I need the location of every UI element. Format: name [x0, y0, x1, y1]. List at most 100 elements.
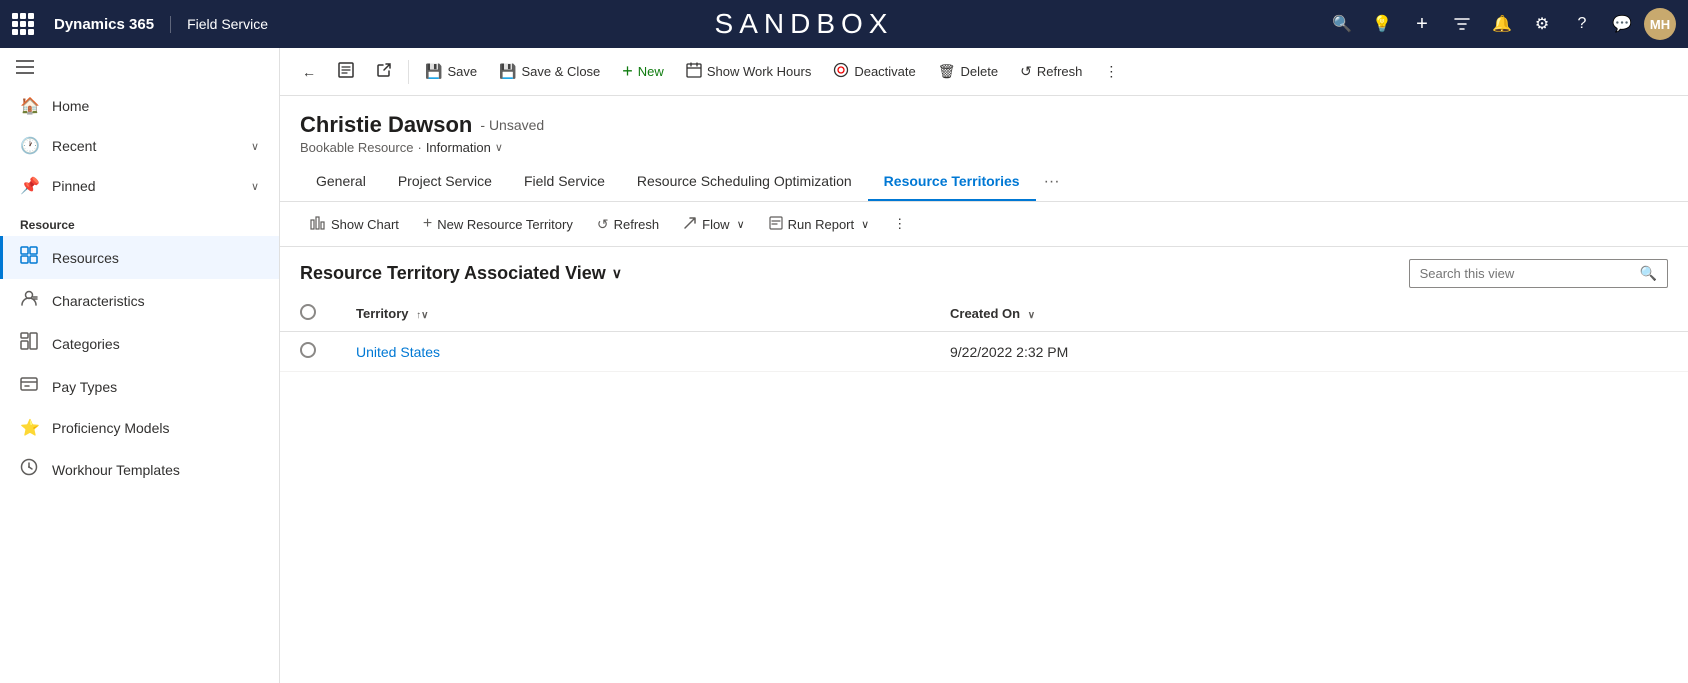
show-work-hours-button[interactable]: Show Work Hours [676, 57, 822, 86]
table-container: Territory ↑∨ Created On ∨ [280, 296, 1688, 372]
search-box: 🔍 [1409, 259, 1668, 288]
search-submit-icon[interactable]: 🔍 [1630, 260, 1667, 287]
save-button[interactable]: 💾 Save [415, 58, 487, 85]
flow-button[interactable]: Flow ∨ [673, 211, 755, 238]
toolbar: ← 💾 [280, 48, 1688, 96]
brand-name[interactable]: Dynamics 365 [46, 16, 171, 33]
deactivate-icon [833, 62, 849, 81]
save-close-button[interactable]: 💾 Save & Close [489, 58, 610, 85]
sidebar-item-pay-types[interactable]: Pay Types [0, 365, 279, 408]
main-layout: 🏠 Home 🕐 Recent ∨ 📌 Pinned ∨ Resource [0, 48, 1688, 683]
subgrid-header: Resource Territory Associated View ∨ 🔍 [280, 247, 1688, 296]
sidebar-item-categories[interactable]: Categories [0, 322, 279, 365]
add-icon-btn[interactable]: + [1404, 6, 1440, 42]
sidebar-item-recent[interactable]: 🕐 Recent ∨ [0, 126, 279, 166]
workhour-icon [20, 458, 40, 481]
refresh-icon: ↺ [1020, 63, 1032, 80]
new-territory-icon: + [423, 215, 432, 233]
open-new-button[interactable] [366, 57, 402, 86]
pinned-chevron-icon: ∨ [251, 180, 259, 193]
subgrid-title[interactable]: Resource Territory Associated View ∨ [300, 263, 622, 284]
tab-project-service[interactable]: Project Service [382, 163, 508, 201]
top-nav: Dynamics 365 Field Service SANDBOX 🔍 💡 +… [0, 0, 1688, 48]
tab-rso[interactable]: Resource Scheduling Optimization [621, 163, 868, 201]
territory-cell: United States [336, 332, 930, 372]
entity-type: Bookable Resource [300, 140, 413, 155]
calendar-icon [686, 62, 702, 81]
app-name: Field Service [171, 16, 284, 32]
show-chart-button[interactable]: Show Chart [300, 211, 409, 238]
top-nav-icons: 🔍 💡 + 🔔 ⚙ ? 💬 MH [1324, 6, 1676, 42]
run-report-icon [769, 216, 783, 233]
record-name: Christie Dawson [300, 112, 472, 138]
delete-button[interactable]: 🗑 Delete [928, 58, 1008, 85]
content-area: ← 💾 [280, 48, 1688, 683]
sidebar-item-pinned[interactable]: 📌 Pinned ∨ [0, 166, 279, 206]
help-icon-btn[interactable]: ? [1564, 6, 1600, 42]
sidebar-item-home[interactable]: 🏠 Home [0, 86, 279, 126]
tab-resource-territories[interactable]: Resource Territories [868, 163, 1036, 201]
territory-sort-icon: ↑∨ [416, 310, 428, 321]
resources-icon [20, 246, 40, 269]
bell-icon-btn[interactable]: 🔔 [1484, 6, 1520, 42]
grid-icon [12, 13, 34, 35]
row-radio[interactable] [300, 342, 316, 358]
sidebar-item-proficiency-models[interactable]: ⭐ Proficiency Models [0, 408, 279, 448]
open-new-icon [376, 62, 392, 81]
search-icon-btn[interactable]: 🔍 [1324, 6, 1360, 42]
resource-territory-table: Territory ↑∨ Created On ∨ [280, 296, 1688, 372]
sidebar-item-resources[interactable]: Resources [0, 236, 279, 279]
created-on-column-header[interactable]: Created On ∨ [930, 296, 1688, 332]
back-icon: ← [302, 64, 316, 80]
filter-icon-btn[interactable] [1444, 6, 1480, 42]
tabs-bar: General Project Service Field Service Re… [280, 163, 1688, 202]
refresh-button[interactable]: ↺ Refresh [1010, 58, 1092, 85]
table-row: United States 9/22/2022 2:32 PM [280, 332, 1688, 372]
sidebar-item-characteristics[interactable]: Characteristics [0, 279, 279, 322]
search-input[interactable] [1410, 261, 1630, 286]
chat-icon-btn[interactable]: 💬 [1604, 6, 1640, 42]
sidebar: 🏠 Home 🕐 Recent ∨ 📌 Pinned ∨ Resource [0, 48, 280, 683]
subtitle-dot: · [417, 140, 421, 155]
delete-icon: 🗑 [938, 63, 956, 80]
select-all-radio[interactable] [300, 304, 316, 320]
run-report-button[interactable]: Run Report ∨ [759, 211, 880, 238]
tab-general[interactable]: General [300, 163, 382, 201]
report-chevron-icon: ∨ [861, 218, 869, 231]
record-subtitle: Bookable Resource · Information ∨ [300, 140, 1668, 155]
form-icon [338, 62, 354, 81]
more-options-button[interactable]: ⋮ [1094, 58, 1128, 85]
recent-chevron-icon: ∨ [251, 140, 259, 153]
subgrid-refresh-button[interactable]: ↺ Refresh [587, 211, 669, 238]
sidebar-item-workhour-templates[interactable]: Workhour Templates [0, 448, 279, 491]
new-resource-territory-button[interactable]: + New Resource Territory [413, 210, 583, 238]
user-avatar[interactable]: MH [1644, 8, 1676, 40]
subgrid-refresh-icon: ↺ [597, 216, 609, 233]
new-button[interactable]: + New [612, 56, 674, 87]
back-button[interactable]: ← [292, 59, 326, 85]
subgrid-more-button[interactable]: ⋮ [883, 211, 916, 237]
tab-field-service[interactable]: Field Service [508, 163, 621, 201]
created-on-cell: 9/22/2022 2:32 PM [930, 332, 1688, 372]
hamburger-menu[interactable] [0, 48, 279, 86]
recent-icon: 🕐 [20, 136, 40, 156]
pay-types-icon [20, 375, 40, 398]
chart-icon [310, 216, 326, 233]
more-icon: ⋮ [1104, 63, 1118, 80]
form-chevron-icon: ∨ [495, 141, 503, 154]
territory-column-header[interactable]: Territory ↑∨ [336, 296, 930, 332]
sandbox-title: SANDBOX [284, 8, 1324, 40]
settings-icon-btn[interactable]: ⚙ [1524, 6, 1560, 42]
pinned-icon: 📌 [20, 176, 40, 196]
territory-link[interactable]: United States [356, 344, 440, 360]
proficiency-icon: ⭐ [20, 418, 40, 438]
flow-chevron-icon: ∨ [737, 218, 745, 231]
deactivate-button[interactable]: Deactivate [823, 57, 925, 86]
form-view-button[interactable] [328, 57, 364, 86]
subgrid-more-icon: ⋮ [893, 216, 906, 232]
app-grid-button[interactable] [12, 13, 46, 35]
form-name[interactable]: Information [426, 140, 491, 155]
row-select-cell [280, 332, 336, 372]
tabs-more-button[interactable]: ··· [1036, 163, 1068, 201]
lightbulb-icon-btn[interactable]: 💡 [1364, 6, 1400, 42]
